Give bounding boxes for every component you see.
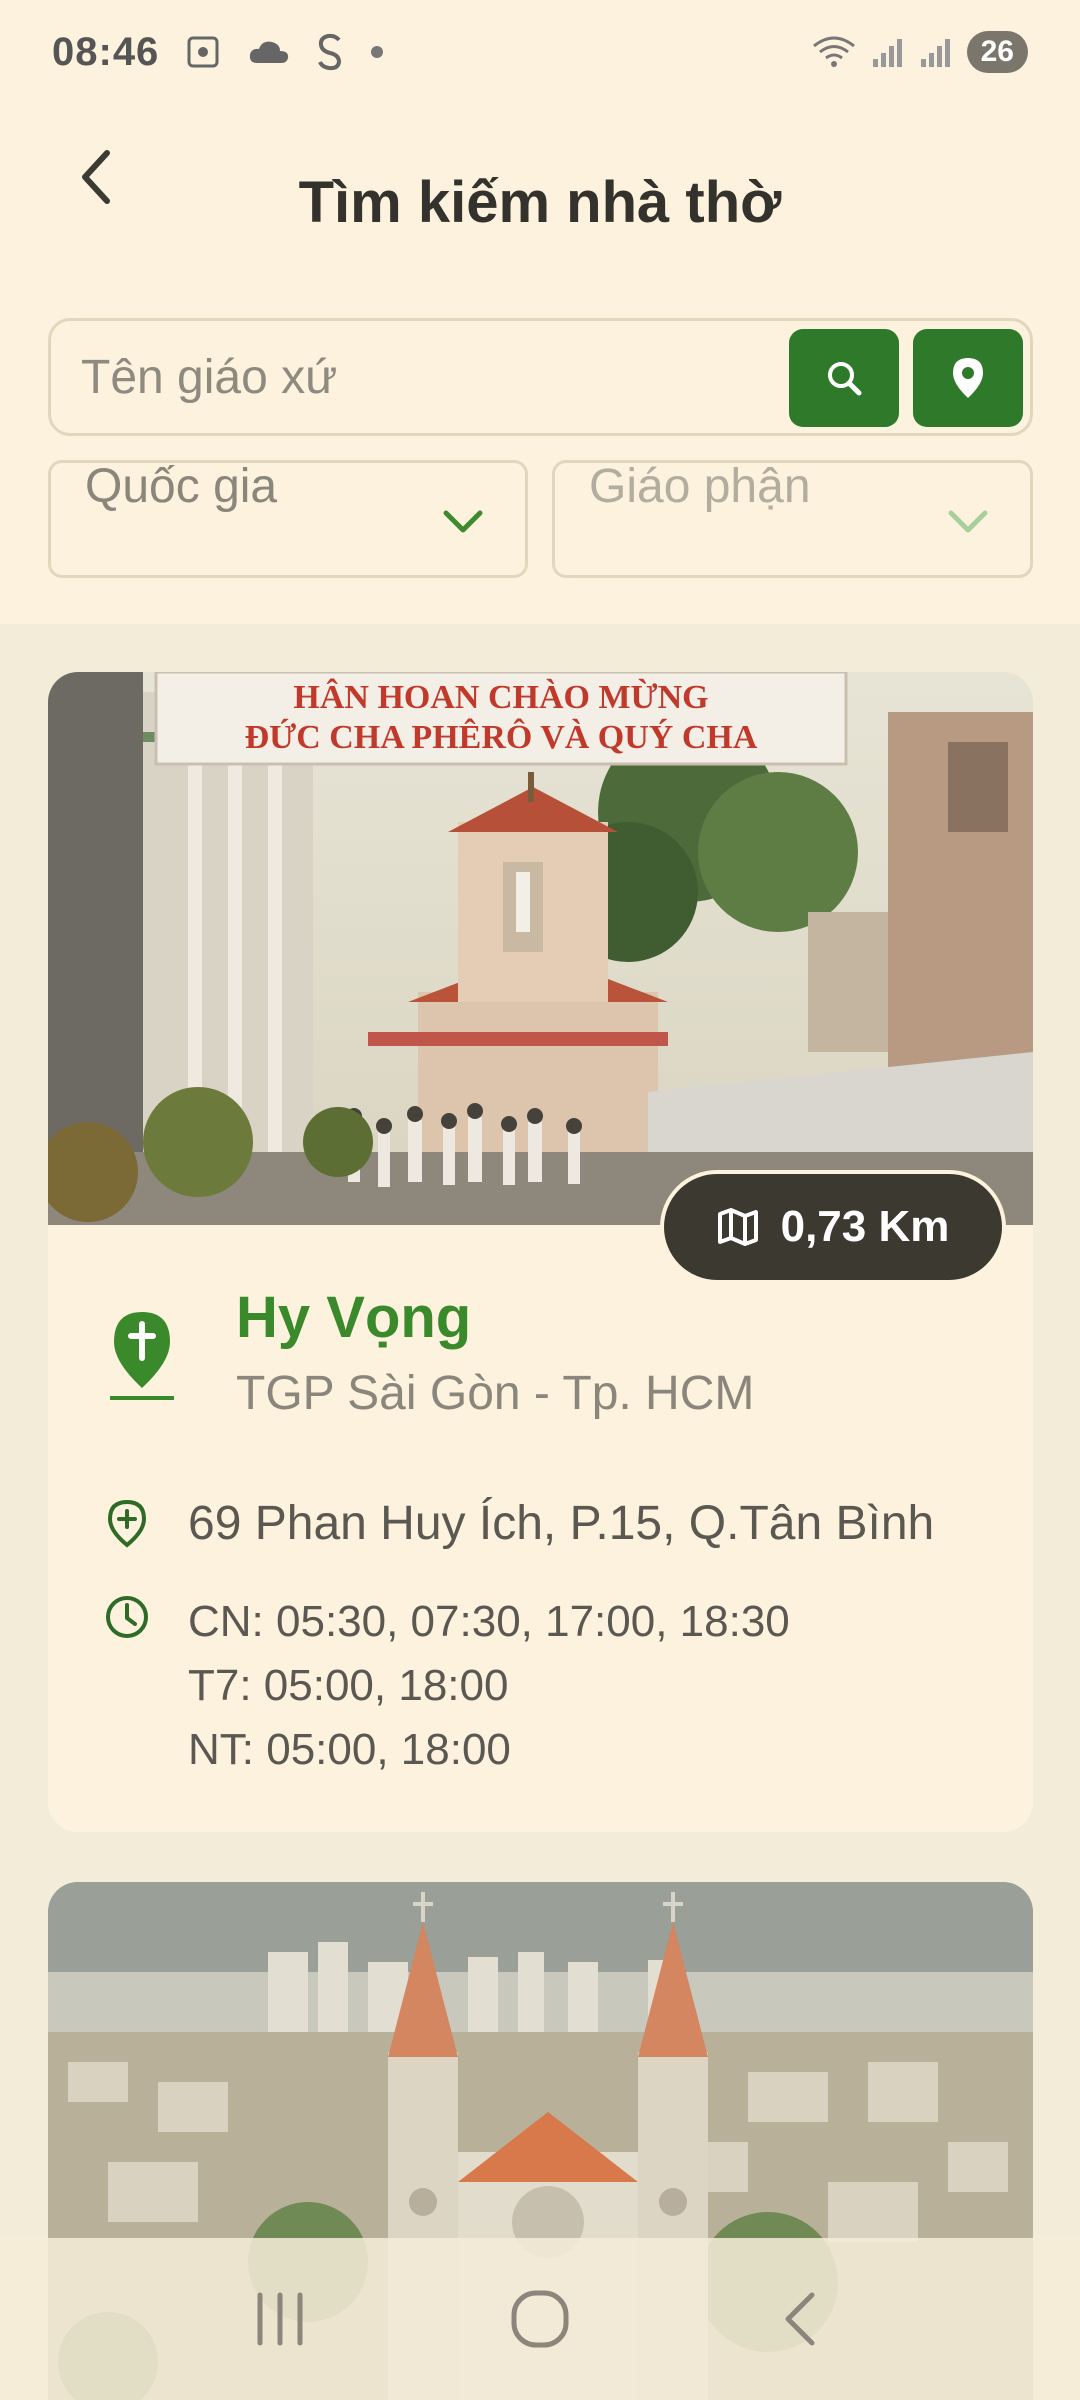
cloud-icon: [247, 37, 291, 67]
church-name-search-input[interactable]: [81, 321, 801, 433]
battery-badge: 26: [966, 31, 1028, 73]
mass-schedule: CN: 05:30, 07:30, 17:00, 18:30 T7: 05:00…: [188, 1590, 790, 1782]
home-button[interactable]: [490, 2269, 590, 2369]
system-navigation-bar: [0, 2238, 1080, 2400]
page-title: Tìm kiếm nhà thờ: [298, 169, 782, 235]
nearby-location-button[interactable]: [913, 329, 1023, 427]
map-icon: [717, 1208, 758, 1246]
church-result-card[interactable]: HÂN HOAN CHÀO MỪNG ĐỨC CHA PHÊRÔ VÀ QUÝ …: [48, 672, 1033, 1832]
search-icon: [828, 362, 862, 396]
church-address: 69 Phan Huy Ích, P.15, Q.Tân Bình: [188, 1497, 935, 1550]
church-pin-icon: [110, 1312, 174, 1400]
recent-apps-icon: [257, 2292, 303, 2346]
chevron-left-icon: [82, 150, 110, 204]
wifi-icon: [811, 34, 857, 70]
country-dropdown[interactable]: Quốc gia: [48, 460, 528, 578]
schedule-line: T7: 05:00, 18:00: [188, 1661, 509, 1710]
clock-icon: [106, 1596, 148, 1638]
s-app-icon: [315, 32, 345, 72]
location-pin-icon: [953, 358, 983, 398]
distance-value: 0,73 Km: [780, 1202, 950, 1251]
schedule-line: NT: 05:00, 18:00: [188, 1725, 511, 1774]
chevron-down-icon: [948, 510, 988, 533]
signal-icon-2: [919, 35, 953, 69]
chevron-left-icon: [785, 2292, 815, 2346]
address-pin-icon: [107, 1499, 147, 1548]
search-box: [48, 318, 1033, 436]
church-diocese: TGP Sài Gòn - Tp. HCM: [236, 1367, 755, 1420]
app-header: Tìm kiếm nhà thờ: [0, 104, 1080, 254]
search-button[interactable]: [789, 329, 899, 427]
church-name[interactable]: Hy Vọng: [236, 1284, 471, 1351]
chevron-down-icon: [443, 510, 483, 533]
signal-icon: [871, 35, 905, 69]
banner-line2: ĐỨC CHA PHÊRÔ VÀ QUÝ CHA: [245, 718, 758, 756]
diocese-dropdown[interactable]: Giáo phận: [552, 460, 1033, 578]
back-button[interactable]: [60, 142, 130, 212]
diocese-dropdown-label: Giáo phận: [589, 460, 811, 513]
system-back-button[interactable]: [750, 2269, 850, 2369]
banner-line1: HÂN HOAN CHÀO MỪNG: [293, 678, 708, 716]
church-photo: HÂN HOAN CHÀO MỪNG ĐỨC CHA PHÊRÔ VÀ QUÝ …: [48, 672, 1033, 1225]
notification-dot-icon: [369, 44, 385, 60]
country-dropdown-label: Quốc gia: [85, 460, 278, 513]
status-time: 08:46: [52, 29, 160, 74]
schedule-line: CN: 05:30, 07:30, 17:00, 18:30: [188, 1597, 790, 1646]
recent-apps-button[interactable]: [230, 2269, 330, 2369]
home-icon: [511, 2290, 569, 2348]
distance-badge[interactable]: 0,73 Km: [660, 1170, 1006, 1284]
status-bar: 08:46 26: [0, 0, 1080, 104]
screenshot-icon: [183, 32, 223, 72]
